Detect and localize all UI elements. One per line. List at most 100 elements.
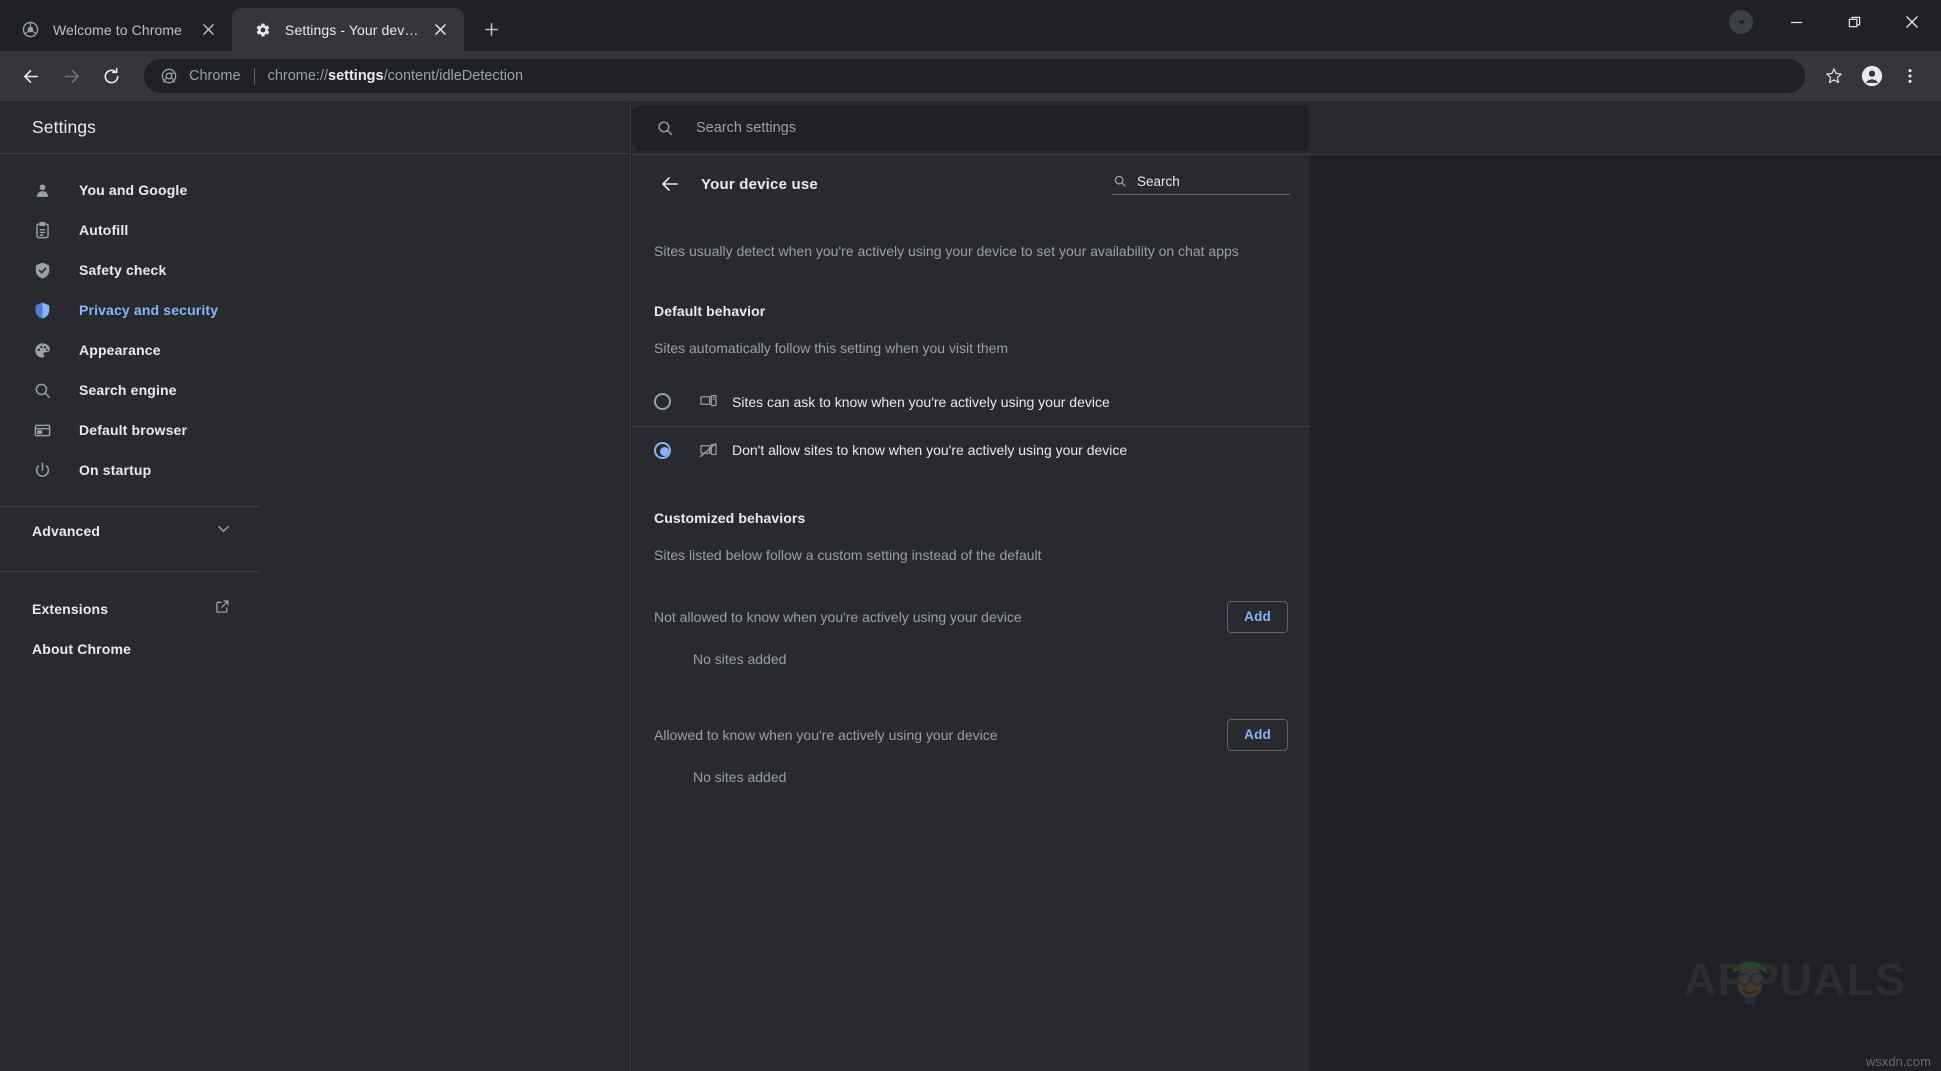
sidebar-item-label: About Chrome	[32, 641, 131, 657]
search-icon	[655, 118, 675, 138]
page-description: Sites usually detect when you're activel…	[632, 213, 1310, 262]
shield-icon	[32, 300, 52, 320]
subpage-header: Your device use	[632, 155, 1310, 213]
sidebar-item-appearance[interactable]: Appearance	[0, 330, 605, 370]
sidebar-menu: You and Google Autofill	[0, 154, 630, 669]
tab-title: Settings - Your device use	[285, 22, 420, 38]
sidebar-item-you-and-google[interactable]: You and Google	[0, 170, 605, 210]
browser-tab-welcome[interactable]: Welcome to Chrome	[0, 8, 232, 51]
back-icon[interactable]	[14, 59, 48, 93]
radio-button[interactable]	[654, 393, 671, 410]
sidebar-item-privacy-and-security[interactable]: Privacy and security	[0, 290, 605, 330]
default-behavior-subtext: Sites automatically follow this setting …	[632, 319, 1310, 356]
exception-group-header: Allowed to know when you're actively usi…	[632, 709, 1310, 761]
address-bar[interactable]: Chrome chrome://settings/content/idleDet…	[144, 59, 1805, 93]
power-icon	[32, 460, 52, 480]
toolbar-right-actions	[1813, 59, 1927, 93]
browser-toolbar: Chrome chrome://settings/content/idleDet…	[0, 51, 1941, 101]
search-icon	[32, 380, 52, 400]
empty-state-label: No sites added	[632, 769, 1310, 785]
chevron-down-icon	[217, 522, 230, 540]
default-behavior-heading: Default behavior	[632, 262, 1310, 319]
page-title: Settings	[32, 117, 96, 138]
sidebar-item-autofill[interactable]: Autofill	[0, 210, 605, 250]
sidebar-item-on-startup[interactable]: On startup	[0, 450, 605, 490]
sidebar-item-about-chrome[interactable]: About Chrome	[0, 629, 630, 669]
url-bold-segment: settings	[328, 68, 384, 84]
url-prefix: chrome://	[268, 68, 328, 84]
sidebar-item-label: Extensions	[32, 601, 215, 617]
empty-state-label: No sites added	[632, 651, 1310, 667]
search-input[interactable]	[696, 120, 1310, 136]
person-icon	[32, 180, 52, 200]
subpage-search-box[interactable]	[1112, 174, 1290, 195]
reload-icon[interactable]	[94, 59, 128, 93]
sidebar-item-label: Autofill	[79, 222, 128, 238]
chrome-globe-icon	[22, 21, 39, 38]
sidebar-item-label: Safety check	[79, 262, 166, 278]
restore-icon[interactable]	[1825, 0, 1883, 44]
customized-behaviors-heading: Customized behaviors	[632, 474, 1310, 526]
palette-icon	[32, 340, 52, 360]
sidebar-item-extensions[interactable]: Extensions	[0, 589, 260, 629]
device-idle-off-icon	[698, 440, 718, 460]
settings-header: Settings	[0, 101, 630, 154]
site-credit-text: wsxdn.com	[1866, 1054, 1931, 1069]
settings-content-panel: Your device use Sites usually detect whe…	[632, 155, 1310, 1071]
minimize-icon[interactable]	[1767, 0, 1825, 44]
external-link-icon[interactable]	[215, 599, 230, 619]
sidebar-item-label: Default browser	[79, 422, 187, 438]
content-right-gutter	[1310, 155, 1941, 1071]
new-tab-button[interactable]	[474, 12, 508, 46]
add-button[interactable]: Add	[1227, 719, 1288, 751]
sidebar-item-label: Advanced	[32, 523, 217, 539]
exception-group-blocked: Not allowed to know when you're actively…	[632, 591, 1310, 667]
sidebar-divider-2	[0, 571, 260, 572]
radio-option-allow-ask[interactable]: Sites can ask to know when you're active…	[632, 378, 1310, 426]
exception-group-label: Allowed to know when you're actively usi…	[654, 727, 1227, 743]
settings-page: Settings You and Google	[0, 101, 1941, 1071]
tab-strip: Welcome to Chrome Settings - Your device…	[0, 0, 1941, 51]
chrome-browser-window: Welcome to Chrome Settings - Your device…	[0, 0, 1941, 1071]
window-controls	[1729, 0, 1941, 44]
header-right-filler	[1310, 101, 1941, 154]
sidebar-item-default-browser[interactable]: Default browser	[0, 410, 605, 450]
radio-button[interactable]	[654, 442, 671, 459]
sidebar-item-search-engine[interactable]: Search engine	[0, 370, 605, 410]
customized-behaviors-subtext: Sites listed below follow a custom setti…	[632, 526, 1310, 563]
subpage-title: Your device use	[701, 176, 1112, 193]
add-button[interactable]: Add	[1227, 601, 1288, 633]
forward-icon[interactable]	[54, 59, 88, 93]
sidebar-item-advanced[interactable]: Advanced	[0, 507, 260, 555]
update-available-icon[interactable]	[1729, 10, 1753, 34]
browser-tab-settings[interactable]: Settings - Your device use	[232, 8, 464, 51]
radio-option-label: Sites can ask to know when you're active…	[732, 394, 1110, 410]
radio-option-dont-allow[interactable]: Don't allow sites to know when you're ac…	[632, 426, 1310, 474]
tab-title: Welcome to Chrome	[53, 22, 188, 38]
sidebar-item-safety-check[interactable]: Safety check	[0, 250, 605, 290]
close-icon[interactable]	[198, 20, 218, 40]
subpage-search-input[interactable]	[1137, 174, 1314, 189]
profile-avatar-icon[interactable]	[1855, 59, 1889, 93]
sidebar-item-label: Search engine	[79, 382, 177, 398]
settings-sidebar: Settings You and Google	[0, 101, 631, 1071]
sidebar-item-label: You and Google	[79, 182, 187, 198]
exception-group-header: Not allowed to know when you're actively…	[632, 591, 1310, 643]
omnibox-url: chrome://settings/content/idleDetection	[268, 68, 523, 84]
close-icon[interactable]	[1883, 0, 1941, 44]
star-icon[interactable]	[1817, 59, 1851, 93]
search-settings-box[interactable]	[632, 105, 1310, 151]
omnibox-separator	[254, 68, 255, 85]
close-icon[interactable]	[430, 20, 450, 40]
search-settings-area	[632, 101, 1310, 154]
exception-group-label: Not allowed to know when you're actively…	[654, 609, 1227, 625]
url-suffix: /content/idleDetection	[384, 68, 523, 84]
chrome-logo-icon	[160, 67, 178, 85]
sidebar-item-label: Appearance	[79, 342, 161, 358]
back-arrow-icon[interactable]	[654, 168, 686, 200]
sidebar-item-label: Privacy and security	[79, 302, 218, 318]
omnibox-scheme-label: Chrome	[189, 68, 241, 84]
shield-check-icon	[32, 260, 52, 280]
three-dot-menu-icon[interactable]	[1893, 59, 1927, 93]
gear-icon	[254, 21, 271, 38]
